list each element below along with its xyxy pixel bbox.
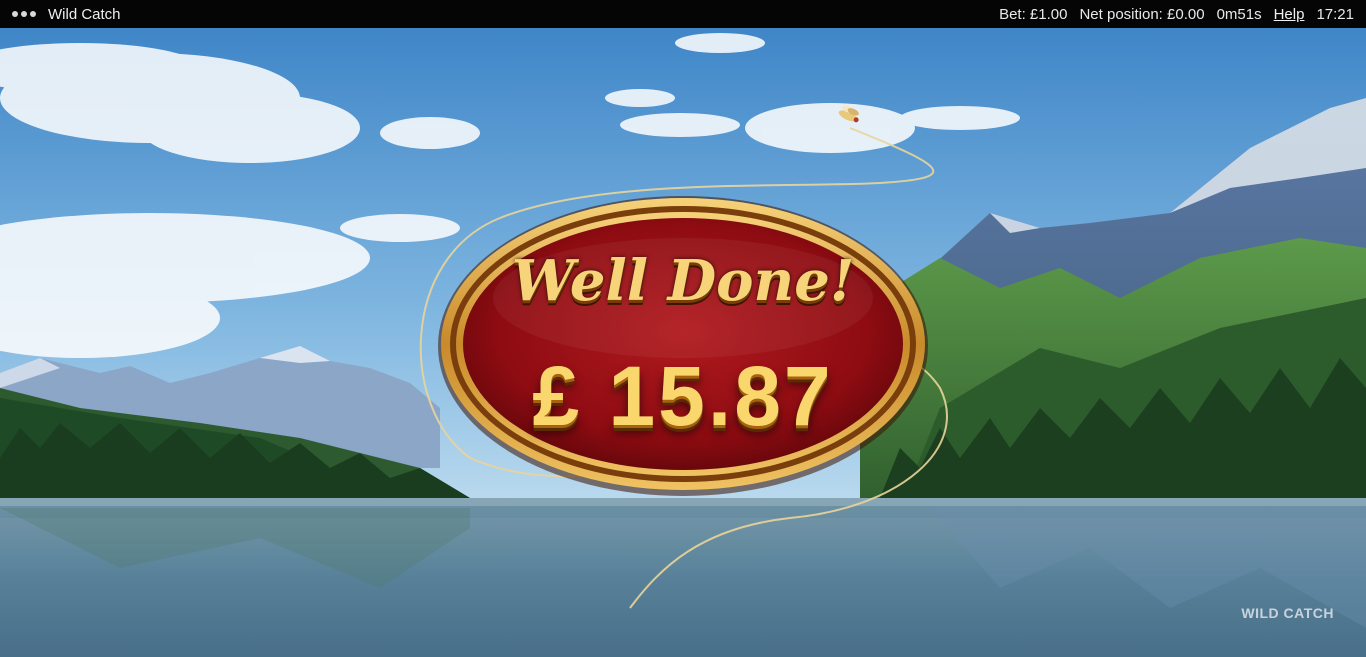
menu-dots-icon[interactable]: [12, 11, 36, 17]
win-amount: £ 15.87: [532, 349, 834, 443]
dot: [21, 11, 27, 17]
win-heading: Well Done!: [511, 248, 855, 314]
dot: [30, 11, 36, 17]
clock: 17:21: [1316, 5, 1354, 23]
help-link[interactable]: Help: [1274, 6, 1305, 23]
session-info: Bet: £1.00 Net position: £0.00 0m51s Hel…: [999, 6, 1354, 23]
game-logo-watermark: WILD CATCH: [1241, 605, 1334, 621]
game-title: Wild Catch: [48, 5, 121, 23]
session-timer: 0m51s: [1216, 5, 1262, 23]
landscape-background: [0, 28, 1366, 657]
game-scene[interactable]: Well Done! £ 15.87 WILD CATCH: [0, 28, 1366, 657]
bet-amount: Bet: £1.00: [999, 5, 1068, 23]
net-position: Net position: £0.00: [1079, 5, 1205, 23]
dot: [12, 11, 18, 17]
win-plaque: [438, 196, 928, 496]
top-bar: Wild Catch Bet: £1.00 Net position: £0.0…: [0, 0, 1366, 28]
